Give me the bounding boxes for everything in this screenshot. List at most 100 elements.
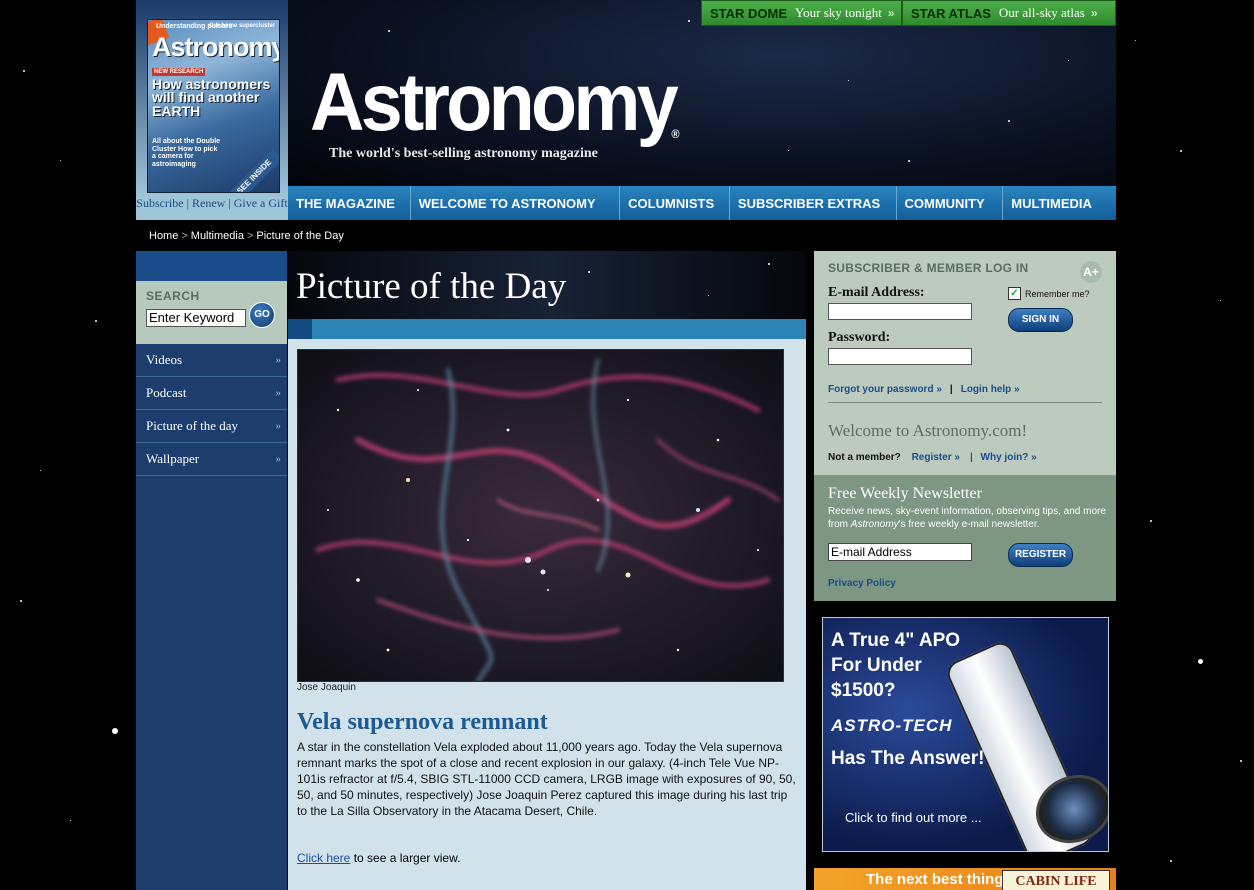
login-help-links: Forgot your password » | Login help » [828, 384, 1020, 395]
star-atlas-button[interactable]: STAR ATLAS Our all-sky atlas » [902, 0, 1116, 26]
sidebar-item-wallpaper[interactable]: Wallpaper » [136, 443, 287, 476]
article-heading: Vela supernova remnant [297, 709, 548, 735]
breadcrumb-multimedia[interactable]: Multimedia [191, 230, 244, 242]
chevron-right-icon: » [275, 420, 282, 432]
forgot-password-link[interactable]: Forgot your password » [828, 384, 942, 395]
cover-see-inside: SEE INSIDE [226, 149, 279, 192]
password-field[interactable] [828, 348, 972, 365]
chevron-right-icon: » [275, 354, 282, 366]
nebula-image [298, 350, 783, 681]
cover-title: Astronomy [152, 32, 280, 62]
cabin-life-ad[interactable]: The next best thing CABIN LIFE [814, 868, 1116, 890]
left-sidebar: SEARCH Enter Keyword GO Videos » Podcast »… [136, 251, 287, 890]
page-container: Understanding pulsars Our home superclus… [136, 0, 1116, 890]
ad-cta: Click to find out more ... [845, 810, 982, 825]
magazine-cover-image[interactable]: Understanding pulsars Our home superclus… [147, 19, 280, 193]
sidebar-top-band [136, 251, 287, 281]
article-body: A star in the constellation Vela explode… [297, 740, 796, 818]
breadcrumb: Home > Multimedia > Picture of the Day [149, 230, 344, 242]
sidebar-item-label: Picture of the day [146, 418, 239, 433]
logo-text: Astronomy [310, 57, 679, 148]
pod-header: Picture of the Day [288, 251, 806, 319]
magazine-cover-panel: Understanding pulsars Our home superclus… [136, 0, 288, 220]
sidebar-item-podcast[interactable]: Podcast » [136, 377, 287, 410]
cover-headline: How astronomers will find another EARTH [152, 76, 271, 119]
star-atlas-sub: Our all-sky atlas [998, 5, 1085, 20]
give-gift-link[interactable]: Give a Gift [234, 196, 288, 210]
sign-in-button[interactable]: SIGN IN [1008, 308, 1073, 332]
cover-research-tag: NEW RESEARCH [152, 68, 206, 76]
pod-photo[interactable] [297, 349, 784, 682]
register-link[interactable]: Register » [912, 452, 960, 463]
site-tagline: The world's best-selling astronomy magaz… [329, 146, 598, 161]
nav-multimedia[interactable]: MULTIMEDIA [1003, 186, 1116, 220]
nav-columnists[interactable]: COLUMNISTS [620, 186, 730, 220]
sidebar-item-videos[interactable]: Videos » [136, 344, 287, 377]
larger-view-line: Click here to see a larger view. [297, 851, 460, 865]
ad2-text: The next best thing [866, 871, 1004, 888]
nav-subscriber-extras[interactable]: SUBSCRIBER EXTRAS [730, 186, 897, 220]
password-label: Password: [828, 330, 891, 345]
separator: | [949, 384, 953, 395]
newsletter-text-part: 's free weekly e-mail newsletter. [898, 519, 1040, 530]
privacy-policy-link[interactable]: Privacy Policy [828, 578, 896, 589]
search-go-button[interactable]: GO [249, 302, 275, 328]
larger-view-link[interactable]: Click here [297, 851, 350, 865]
nav-community[interactable]: COMMUNITY [897, 186, 1004, 220]
sidebar-item-label: Podcast [146, 385, 187, 400]
ad2-brand: CABIN LIFE [1002, 870, 1110, 890]
nav-the-magazine[interactable]: THE MAGAZINE [288, 186, 411, 220]
title-bar-block [288, 319, 312, 339]
star-dome-sub: Your sky tonight [795, 5, 882, 20]
nav-welcome[interactable]: WELCOME TO ASTRONOMY [411, 186, 621, 220]
subscribe-link[interactable]: Subscribe [136, 196, 183, 210]
email-label: E-mail Address: [828, 285, 925, 300]
sidebar-item-picture-of-the-day[interactable]: Picture of the day » [136, 410, 287, 443]
breadcrumb-current: Picture of the Day [256, 230, 344, 242]
chevron-right-icon: » [275, 453, 282, 465]
ad-headline: A True 4" APO For Under $1500? [831, 630, 961, 701]
cover-links: Subscribe | Renew | Give a Gift [136, 196, 288, 211]
search-input[interactable]: Enter Keyword [146, 309, 246, 327]
newsletter-text-em: Astronomy [850, 519, 899, 530]
chevron-right-icon: » [887, 6, 895, 20]
site-header: STAR DOME Your sky tonight » STAR ATLAS … [288, 0, 1116, 186]
breadcrumb-home[interactable]: Home [149, 230, 178, 242]
chevron-right-icon: » [275, 387, 282, 399]
ad-tagline: Has The Answer! [831, 748, 985, 769]
not-member-label: Not a member? [828, 452, 901, 463]
separator: | [228, 196, 231, 210]
ad-brand: ASTRO-TECH [831, 716, 953, 735]
registered-mark: ® [671, 127, 680, 141]
remember-label: Remember me? [1025, 288, 1090, 299]
separator: | [969, 452, 973, 463]
separator: | [186, 196, 189, 210]
sidebar-item-label: Videos [146, 352, 183, 367]
search-label: SEARCH [146, 289, 200, 303]
login-header: SUBSCRIBER & MEMBER LOG IN [828, 261, 1029, 275]
divider [828, 402, 1102, 403]
site-logo[interactable]: Astronomy® [310, 62, 683, 144]
newsletter-text: Receive news, sky-event information, obs… [828, 505, 1110, 531]
search-panel: SEARCH Enter Keyword GO [136, 281, 287, 344]
telescope-ad[interactable]: A True 4" APO For Under $1500? ASTRO-TEC… [822, 617, 1109, 852]
renew-link[interactable]: Renew [192, 196, 225, 210]
remember-checkbox[interactable]: ✓ [1008, 287, 1021, 300]
breadcrumb-separator: > [181, 230, 188, 242]
chevron-right-icon: » [1090, 6, 1098, 20]
main-nav: THE MAGAZINE WELCOME TO ASTRONOMY COLUMN… [288, 186, 1116, 220]
photo-credit: Jose Joaquin [297, 682, 356, 693]
larger-view-suffix: to see a larger view. [350, 851, 461, 865]
sidebar-item-label: Wallpaper [146, 451, 200, 466]
welcome-text: Welcome to Astronomy.com! [828, 421, 1028, 440]
star-dome-button[interactable]: STAR DOME Your sky tonight » [701, 0, 902, 26]
breadcrumb-separator: > [246, 230, 254, 242]
login-help-link[interactable]: Login help » [961, 384, 1020, 395]
why-join-link[interactable]: Why join? » [981, 452, 1037, 463]
remember-me[interactable]: ✓ Remember me? [1008, 287, 1090, 300]
cover-lines: All about the Double Cluster How to pick… [152, 138, 221, 169]
login-panel: SUBSCRIBER & MEMBER LOG IN A+ E-mail Add… [814, 251, 1116, 475]
newsletter-register-button[interactable]: REGISTER [1008, 543, 1073, 567]
email-field[interactable] [828, 303, 972, 320]
newsletter-email-input[interactable]: E-mail Address [828, 543, 972, 561]
